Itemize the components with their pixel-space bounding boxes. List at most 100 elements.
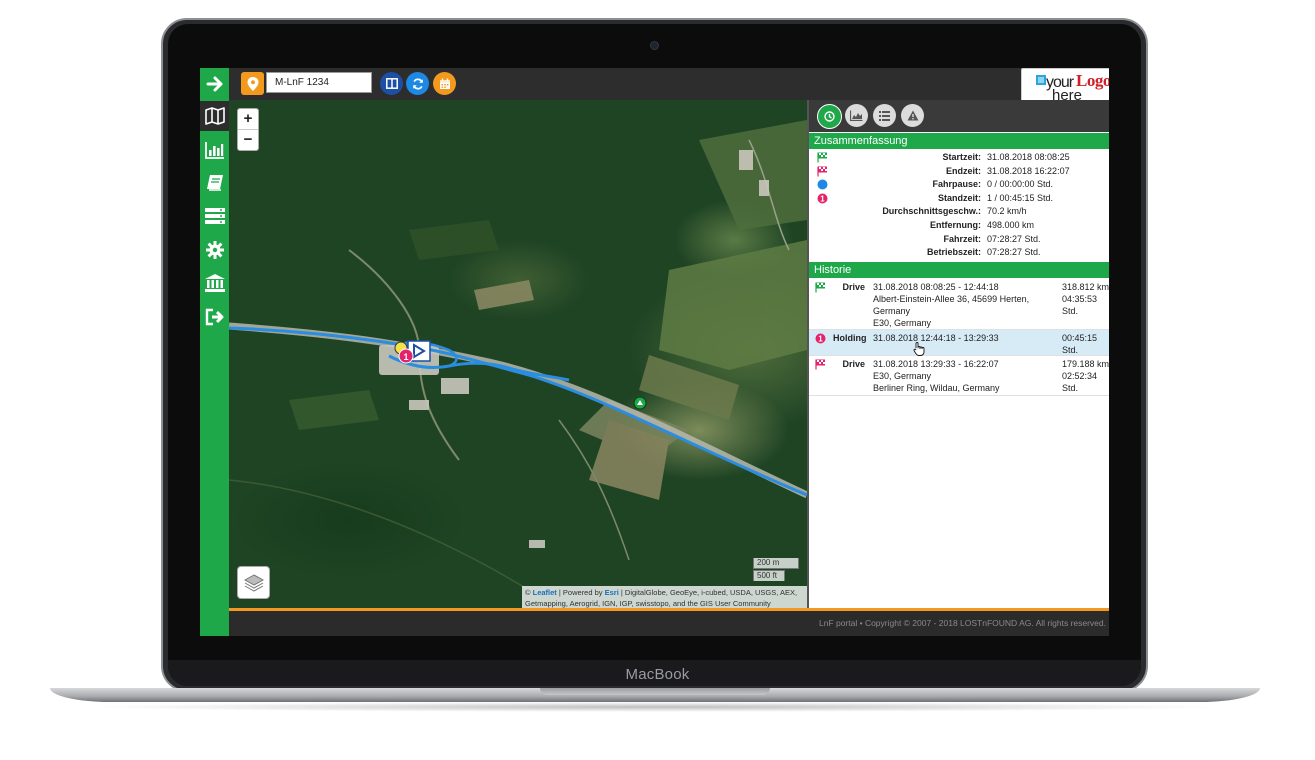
camera-icon [650,41,659,50]
history-line: E30, Germany [873,318,932,328]
layers-icon [243,573,264,592]
logout-icon [205,308,223,326]
sidebar-item-logout[interactable] [200,302,229,332]
svg-text:1: 1 [818,334,823,343]
summary-label: Startzeit: [942,152,981,162]
scale-metric: 200 m [753,558,799,569]
top-toolbar: M-LnF 1234 your Logo ® here [229,68,1109,104]
history-duration: 318.812 km 04:35:53 Std. [1062,281,1109,317]
summary-label: Fahrzeit: [943,233,981,244]
server-list-icon [204,208,225,224]
tab-speed-chart[interactable] [845,104,868,127]
sidebar-item-settings[interactable] [200,235,229,265]
map-attribution: © Leaflet | Powered by Esri | DigitalGlo… [522,586,807,610]
vehicle-locate-button[interactable] [241,72,264,95]
refresh-button[interactable] [406,72,429,95]
tab-summary[interactable] [817,104,842,129]
summary-label: Fahrpause: [932,179,981,190]
footer-copyright: LnF portal • Copyright © 2007 - 2018 LOS… [229,611,1109,636]
area-chart-icon [850,110,863,121]
satellite-imagery: 1 [229,120,807,591]
clock-icon [824,111,835,122]
summary-value: 07:28:27 Std. [987,233,1041,244]
history-row[interactable]: 1 Holding 31.08.2018 12:44:18 - 13:29:33 00… [809,330,1109,356]
company-logo: your Logo ® here [1021,68,1109,104]
svg-text:1: 1 [403,352,408,362]
sidebar-item-logbook[interactable] [200,168,229,198]
columns-icon [385,78,398,89]
calendar-button[interactable] [433,72,456,95]
summary-row: Entfernung: 498.000 km [809,219,1109,233]
history-line: E30, Germany [873,371,932,381]
sidebar-item-map[interactable] [200,101,229,131]
history-line: Berliner Ring, Wildau, Germany [873,383,1000,393]
start-flag-icon [817,152,828,163]
history-description: 31.08.2018 08:08:25 - 12:44:18 Albert-Ein… [873,281,1058,329]
zoom-control: + − [237,108,259,151]
end-flag-icon [815,359,826,370]
summary-row: Startzeit: 31.08.2018 08:08:25 [809,151,1109,165]
summary-value: 0 / 00:00:00 Std. [987,179,1054,190]
summary-row: Betriebszeit: 07:28:27 Std. [809,246,1109,260]
book-icon [206,175,223,191]
summary-header: Zusammenfassung [809,133,1109,149]
split-view-button[interactable] [380,72,403,95]
history-line: 31.08.2018 13:29:33 - 16:22:07 [873,359,999,369]
scale-imperial: 500 ft [753,570,785,581]
history-row[interactable]: Drive 31.08.2018 13:29:33 - 16:22:07 E30, … [809,356,1109,396]
zoom-in-button[interactable]: + [238,109,258,129]
attribution-powered: | Powered by [556,588,605,597]
start-flag-icon [815,282,826,293]
history-duration-line: Std. [1062,345,1079,355]
history-line: 31.08.2018 08:08:25 - 12:44:18 [873,282,999,292]
summary-row: Endzeit: 31.08.2018 16:22:07 [809,165,1109,179]
history-description: 31.08.2018 13:29:33 - 16:22:07 E30, Germa… [873,358,1058,394]
history-type: Holding [833,333,867,343]
vehicle-select-input[interactable]: M-LnF 1234 [266,72,372,93]
sidebar-item-reports[interactable] [200,135,229,165]
history-duration: 00:45:15 Std. [1062,332,1109,356]
history-duration: 179.188 km 02:52:34 Std. [1062,358,1109,394]
zoom-out-button[interactable]: − [238,129,258,150]
map-view[interactable]: 1 + − 200 m 500 ft © Leaflet | Powered b… [229,100,807,610]
history-duration-line: 179.188 km [1062,359,1109,369]
tab-alerts[interactable] [901,104,924,127]
arrow-right-icon [206,76,222,91]
layers-button[interactable] [237,566,270,599]
calendar-icon [439,78,450,89]
history-duration-line: 04:35:53 [1062,294,1098,304]
map-icon [204,107,225,125]
stop-number-icon: 1 [817,193,828,204]
summary-row: Durchschnittsgeschw.: 70.2 km/h [809,205,1109,219]
sidebar-toggle-button[interactable] [200,68,229,99]
list-icon [879,110,890,121]
sidebar-item-list[interactable] [200,201,229,231]
summary-row: 1 Standzeit: 1 / 00:45:15 Std. [809,192,1109,206]
history-description: 31.08.2018 12:44:18 - 13:29:33 [873,332,1058,344]
bank-icon [204,274,225,292]
history-row[interactable]: Drive 31.08.2018 08:08:25 - 12:44:18 Alber… [809,279,1109,330]
summary-value: 31.08.2018 16:22:07 [987,165,1070,176]
svg-text:1: 1 [820,194,825,203]
sidebar-item-billing[interactable] [200,268,229,298]
history-line: Albert-Einstein-Allee 36, 45699 Herten, [873,294,1030,304]
end-flag-icon [817,166,828,177]
history-duration-line: Std. [1062,306,1079,316]
sidebar [200,68,229,636]
history-duration-line: 318.812 km [1062,282,1109,292]
leaflet-link[interactable]: Leaflet [533,588,557,597]
esri-link[interactable]: Esri [605,588,619,597]
summary-row: Fahrpause: 0 / 00:00:00 Std. [809,178,1109,192]
summary-label: Endzeit: [946,165,981,176]
laptop-notch [540,688,770,695]
logo-graphic: your Logo ® here [1036,71,1109,104]
panel-toolbar [809,100,1109,132]
gear-icon [205,241,224,259]
summary-label: Betriebszeit: [926,247,981,258]
tab-list[interactable] [873,104,896,127]
trip-panel: Zusammenfassung Startzeit: 31.08.2018 08:… [807,100,1109,608]
summary-value: 498.000 km [987,220,1035,230]
history-duration-line: 00:45:15 [1062,333,1098,343]
summary-label: Durchschnittsgeschw.: [882,206,981,217]
history-line: Germany [873,306,911,316]
